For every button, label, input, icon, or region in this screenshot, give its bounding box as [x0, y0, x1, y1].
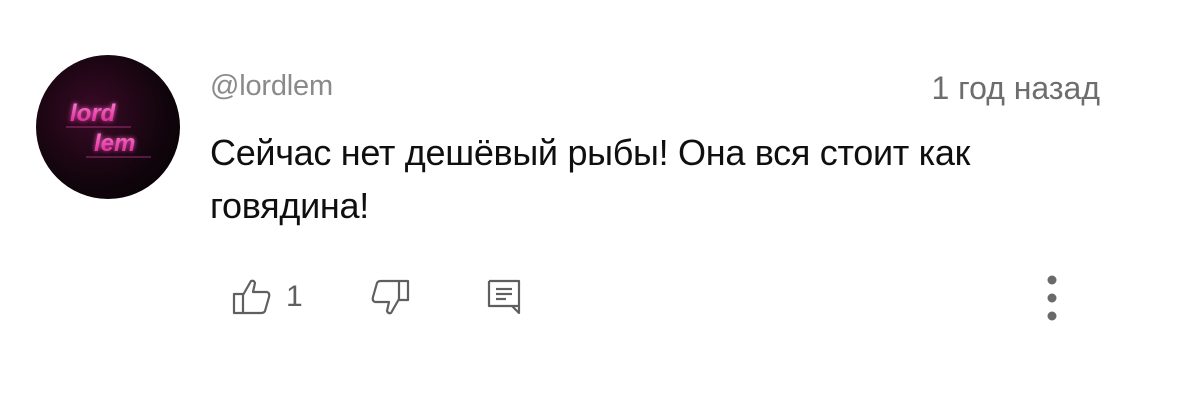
thumb-down-icon	[370, 278, 410, 316]
svg-text:lem: lem	[94, 130, 135, 157]
like-button[interactable]: 1	[232, 278, 303, 316]
comment-reply-icon	[487, 278, 523, 316]
comment-author[interactable]: @lordlem	[210, 70, 333, 103]
comment-timestamp: 1 год назад	[931, 70, 1100, 106]
more-vertical-icon	[1040, 270, 1064, 326]
reply-button[interactable]	[487, 278, 523, 316]
more-options-button[interactable]	[1040, 270, 1064, 326]
comment-text: Сейчас нет дешёвый рыбы! Она вся стоит к…	[210, 132, 971, 226]
svg-text:lord: lord	[70, 100, 117, 127]
author-avatar[interactable]: lord lem	[36, 55, 180, 199]
thumb-up-icon	[232, 278, 272, 316]
like-count: 1	[286, 280, 303, 313]
lordlem-logo: lord lem	[66, 100, 151, 158]
dislike-button[interactable]	[370, 278, 410, 316]
